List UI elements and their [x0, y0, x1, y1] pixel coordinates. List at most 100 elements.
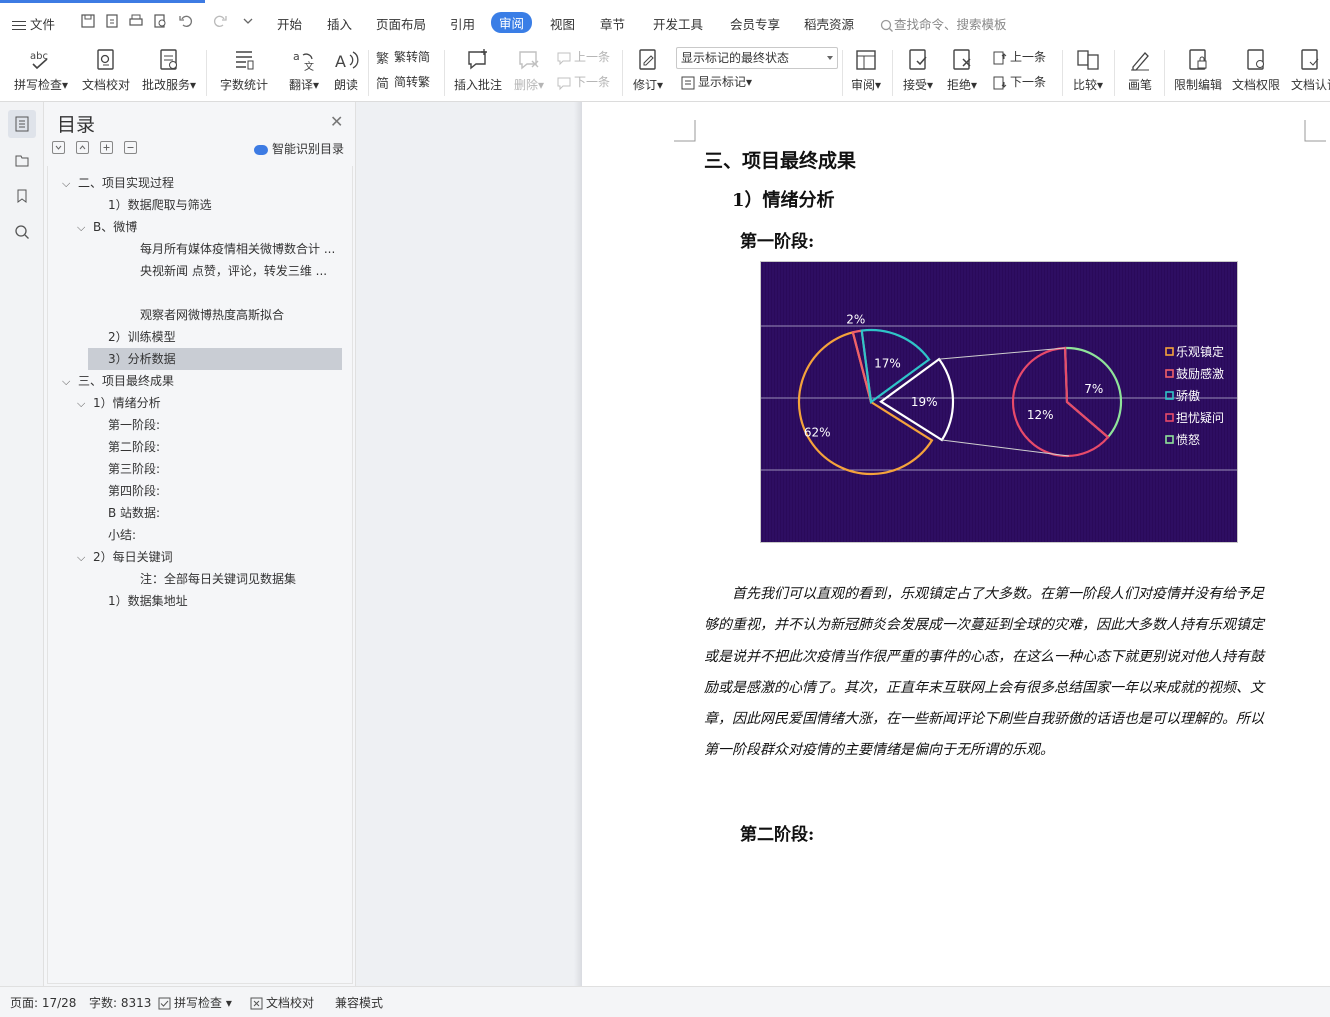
tab-insert[interactable]: 插入	[327, 14, 352, 33]
pen-button[interactable]: 画笔	[1120, 44, 1160, 102]
translate-button[interactable]: a文 翻译▾	[284, 44, 324, 102]
expand-all-icon[interactable]	[76, 141, 89, 154]
show-markup-icon	[681, 76, 695, 89]
restrict-edit-button[interactable]: 限制编辑	[1170, 44, 1226, 102]
find-icon[interactable]	[8, 218, 36, 246]
show-markup-button[interactable]: 显示标记▾	[680, 71, 752, 93]
undo-icon[interactable]	[178, 13, 194, 29]
smart-toc-icon	[254, 144, 268, 155]
toc-item[interactable]: 1）数据爬取与筛选	[108, 194, 212, 216]
chapter-nav-icon[interactable]	[8, 146, 36, 174]
toc-item[interactable]: B 站数据:	[108, 502, 160, 524]
toc-item[interactable]: ⌵ 2）每日关键词	[77, 546, 173, 568]
tab-review[interactable]: 审阅	[491, 12, 533, 33]
batch-service-icon	[160, 49, 177, 70]
next-change-button[interactable]: 下一条	[992, 71, 1046, 93]
ribbon-divider	[892, 50, 893, 96]
tab-member[interactable]: 会员专享	[730, 14, 780, 33]
insert-comment-button[interactable]: 插入批注	[450, 44, 506, 102]
toc-item[interactable]: 3）分析数据	[88, 348, 342, 370]
markup-state-select[interactable]: 显示标记的最终状态	[676, 47, 838, 69]
prev-change-label: 上一条	[1010, 50, 1047, 64]
toc-item-label: 观察者网微博热度高斯拟合	[140, 308, 285, 322]
top-stripe	[0, 0, 1330, 3]
chevron-down-icon[interactable]: ⌵	[77, 217, 87, 239]
toc-item-label: 2）训练模型	[108, 330, 176, 344]
compare-button[interactable]: 比较▾	[1068, 44, 1108, 102]
simp-to-trad-button[interactable]: 简简转繁	[376, 71, 430, 93]
read-aloud-icon: A	[335, 51, 359, 71]
tab-docer-resources[interactable]: 稻壳资源	[804, 14, 854, 33]
collapse-all-icon[interactable]	[52, 141, 65, 154]
trad-to-simp-button[interactable]: 繁繁转简	[376, 46, 430, 68]
toc-item[interactable]: 观察者网微博热度高斯拟合	[140, 304, 284, 326]
delete-comment-button[interactable]: 删除▾	[508, 44, 550, 102]
doc-permission-button[interactable]: 文档权限	[1228, 44, 1284, 102]
word-count-status[interactable]: 字数: 8313	[89, 994, 151, 1011]
delete-comment-icon	[519, 51, 539, 70]
toc-item[interactable]: ⌵ 1）情绪分析	[77, 392, 161, 414]
export-pdf-icon[interactable]	[104, 13, 120, 29]
toc-item[interactable]: ⌵ 二、项目实现过程	[62, 172, 174, 194]
toc-item[interactable]: 第四阶段:	[108, 480, 160, 502]
chevron-down-icon[interactable]: ⌵	[77, 393, 87, 415]
file-menu-button[interactable]: 文件	[12, 14, 55, 33]
track-changes-button[interactable]: 修订▾	[628, 44, 668, 102]
close-icon[interactable]: ✕	[330, 112, 343, 131]
toc-item[interactable]: 每月所有媒体疫情相关微博数合计 ...	[140, 238, 335, 260]
toc-item[interactable]: 第三阶段:	[108, 458, 160, 480]
doc-cert-button[interactable]: 文档认证	[1286, 44, 1330, 102]
save-icon[interactable]	[80, 13, 96, 29]
read-aloud-button[interactable]: A 朗读	[328, 44, 364, 102]
smart-toc-button[interactable]: 智能识别目录	[254, 140, 344, 157]
track-changes-label: 修订	[632, 78, 657, 92]
redo-icon[interactable]	[212, 13, 228, 29]
toc-item[interactable]: ⌵ B、微博	[77, 216, 137, 238]
toc-panel-icon[interactable]	[8, 110, 36, 138]
ribbon-divider	[1062, 50, 1063, 96]
reject-button[interactable]: 拒绝▾	[942, 44, 982, 102]
doc-permission-label: 文档权限	[1231, 78, 1280, 92]
simp-to-trad-icon: 简	[376, 76, 389, 92]
toc-item[interactable]: ⌵ 三、项目最终成果	[62, 370, 174, 392]
minus-icon[interactable]	[124, 141, 137, 154]
print-icon[interactable]	[128, 13, 144, 29]
chevron-down-icon[interactable]: ⌵	[77, 547, 87, 569]
toc-item[interactable]: 第二阶段:	[108, 436, 160, 458]
print-preview-icon[interactable]	[152, 13, 168, 29]
toc-panel: 目录 ✕ 智能识别目录 ⌵ 二、项目实现过程 1）数据爬取与筛选 ⌵ B、微博 每月所有媒…	[44, 102, 356, 986]
review-pane-button[interactable]: 审阅▾	[846, 44, 886, 102]
chevron-down-icon[interactable]: ⌵	[62, 173, 72, 195]
page-counter[interactable]: 页面: 17/28	[10, 994, 76, 1011]
toc-item[interactable]: 1）数据集地址	[108, 590, 188, 612]
document-page[interactable]: 三、项目最终成果 1）情绪分析 第一阶段: 62% 2% 17% 19% 7% 12% 乐观…	[582, 102, 1330, 986]
doc-proofread-button[interactable]: 文档校对	[78, 44, 134, 102]
customize-toolbar-icon[interactable]	[240, 13, 256, 29]
proofread-status[interactable]: 文档校对	[250, 994, 314, 1011]
bookmark-icon[interactable]	[8, 182, 36, 210]
toc-item[interactable]: 2）训练模型	[108, 326, 176, 348]
accept-button[interactable]: 接受▾	[898, 44, 938, 102]
legend-label: 骄傲	[1176, 388, 1200, 403]
word-count-button[interactable]: 字数统计	[214, 44, 274, 102]
tab-references[interactable]: 引用	[450, 14, 475, 33]
toc-item[interactable]: 第一阶段:	[108, 414, 160, 436]
secondary-label: 12%	[1027, 408, 1054, 422]
tab-home[interactable]: 开始	[277, 14, 302, 33]
command-search[interactable]: 查找命令、搜索模板	[880, 14, 1007, 33]
toc-item[interactable]: 央视新闻 点赞，评论，转发三维 ...	[140, 260, 327, 282]
toc-item[interactable]: 注：全部每日关键词见数据集	[140, 568, 296, 590]
chevron-down-icon[interactable]: ⌵	[62, 371, 72, 393]
tab-developer[interactable]: 开发工具	[653, 14, 703, 33]
plus-icon[interactable]	[100, 141, 113, 154]
tab-view[interactable]: 视图	[550, 14, 575, 33]
toc-item[interactable]: 小结:	[108, 524, 136, 546]
prev-comment-button[interactable]: 上一条	[556, 46, 610, 68]
prev-change-button[interactable]: 上一条	[992, 46, 1046, 68]
spell-check-button[interactable]: abc 拼写检查▾	[8, 44, 74, 102]
tab-page-layout[interactable]: 页面布局	[376, 14, 426, 33]
batch-service-button[interactable]: 批改服务▾	[138, 44, 200, 102]
spell-check-status[interactable]: 拼写检查 ▾	[158, 994, 232, 1011]
next-comment-button[interactable]: 下一条	[556, 71, 610, 93]
tab-section[interactable]: 章节	[600, 14, 625, 33]
